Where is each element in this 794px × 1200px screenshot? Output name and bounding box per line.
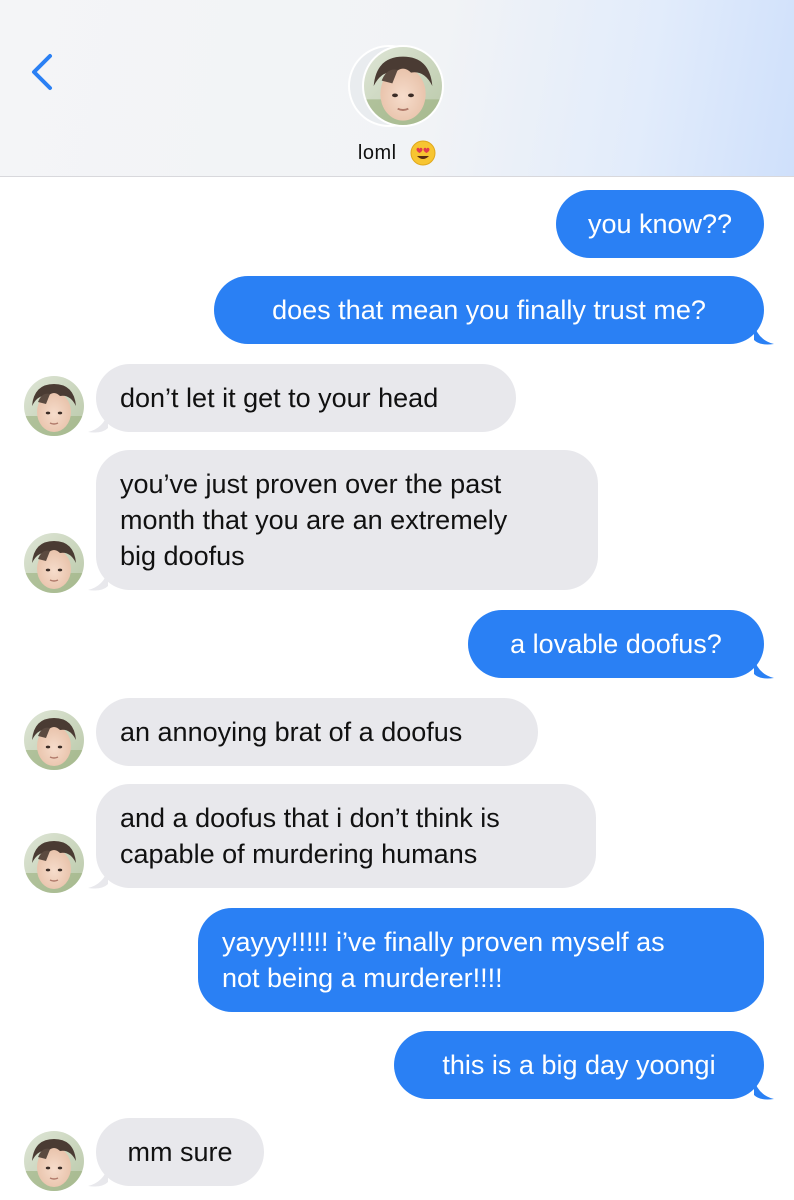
outgoing-message[interactable]: does that mean you finally trust me?: [214, 276, 764, 344]
avatar: [24, 533, 84, 593]
contact-info[interactable]: loml: [0, 140, 794, 166]
bubble-tail: [754, 1079, 774, 1100]
incoming-message[interactable]: an annoying brat of a doofus: [96, 698, 538, 766]
incoming-message[interactable]: don’t let it get to your head: [96, 364, 516, 432]
avatar: [24, 1131, 84, 1191]
bubble-tail: [88, 412, 108, 433]
outgoing-message[interactable]: yayyy!!!!! i’ve finally proven myself as…: [198, 908, 764, 1012]
bubble-tail: [88, 1166, 108, 1187]
bubble-tail: [88, 570, 108, 591]
bubble-tail: [88, 868, 108, 889]
incoming-message[interactable]: you’ve just proven over the past month t…: [96, 450, 598, 590]
bubble-tail: [754, 324, 774, 345]
outgoing-message[interactable]: you know??: [556, 190, 764, 258]
back-button[interactable]: [22, 50, 62, 94]
conversation-header: loml: [0, 0, 794, 177]
avatar: [24, 710, 84, 770]
outgoing-message[interactable]: this is a big day yoongi: [394, 1031, 764, 1099]
incoming-message[interactable]: mm sure: [96, 1118, 264, 1186]
contact-name: loml: [357, 142, 397, 164]
avatar: [24, 376, 84, 436]
incoming-message[interactable]: and a doofus that i don’t think is capab…: [96, 784, 596, 888]
contact-avatar[interactable]: [347, 44, 445, 128]
avatar: [24, 833, 84, 893]
outgoing-message[interactable]: a lovable doofus?: [468, 610, 764, 678]
bubble-tail: [754, 658, 774, 679]
chevron-left-icon: [32, 54, 52, 90]
heart-eyes-emoji-icon: [410, 140, 436, 166]
